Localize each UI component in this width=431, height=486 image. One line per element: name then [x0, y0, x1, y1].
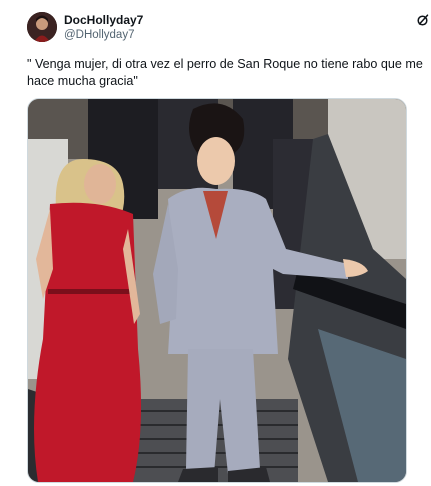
grok-icon[interactable]	[416, 13, 430, 27]
tweet-text: " Venga mujer, di otra vez el perro de S…	[27, 57, 423, 88]
tweet-media-photo[interactable]	[27, 98, 407, 483]
tweet-card[interactable]: DocHollyday7 @DHollyday7 " Venga mujer, …	[0, 0, 431, 486]
avatar[interactable]	[27, 12, 57, 42]
avatar-image	[27, 12, 57, 42]
author-handle[interactable]: @DHollyday7	[64, 29, 134, 41]
escalator-photo	[28, 99, 406, 482]
author-display-name[interactable]: DocHollyday7	[64, 13, 143, 27]
